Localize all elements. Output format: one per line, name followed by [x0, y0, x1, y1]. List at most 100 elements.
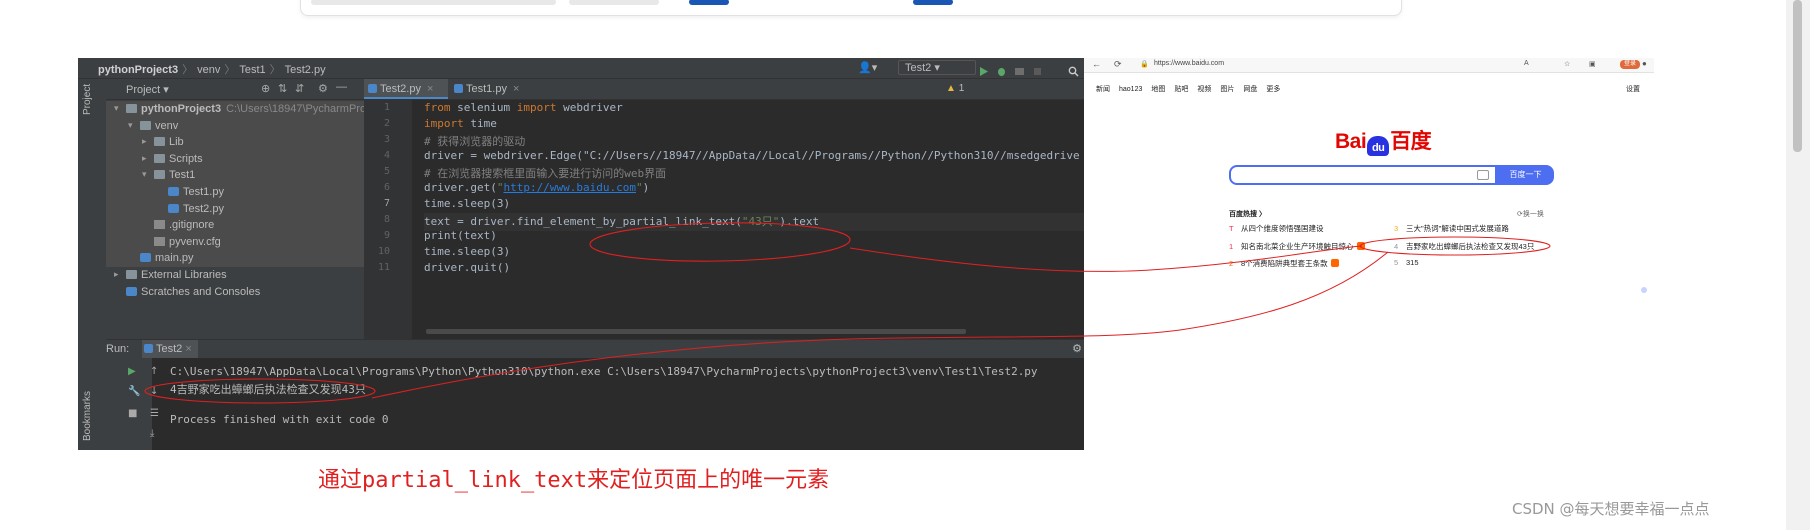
hot-search-item[interactable]: 1 知名南北菜企业生产环境触目惊心 — [1229, 241, 1365, 252]
refresh-icon[interactable]: ⟳ — [1114, 59, 1122, 70]
baidu-nav-link[interactable]: 更多 — [1266, 86, 1280, 93]
page-scrollbar[interactable] — [1786, 0, 1810, 530]
breadcrumb-item[interactable]: pythonProject3 — [98, 64, 178, 76]
browser-extension-icon[interactable]: A — [1524, 60, 1529, 67]
search-input[interactable] — [1229, 165, 1497, 185]
search-icon[interactable] — [1068, 62, 1079, 77]
code-line[interactable]: # 在浏览器搜索框里面输入要进行访问的web界面 — [424, 165, 666, 181]
hot-search-title[interactable]: 百度热搜 〉 — [1229, 209, 1266, 219]
code-line[interactable]: time.sleep(3) — [424, 245, 510, 258]
expand-icon[interactable]: ⇵ — [295, 82, 304, 95]
hot-search-item[interactable]: 4 吉野家吃出蟑螂后执法检查又发现43只 — [1394, 241, 1534, 252]
bookmarks-tool-tab[interactable]: Bookmarks — [82, 391, 93, 441]
tab-test1-py[interactable]: Test1.py × — [450, 79, 534, 99]
debug-icon[interactable] — [996, 62, 1007, 76]
scroll-to-end-icon[interactable]: ⤓ — [150, 428, 154, 439]
tree-item[interactable]: pyvenv.cfg — [106, 233, 364, 251]
baidu-nav-link[interactable]: 地图 — [1151, 86, 1165, 93]
refresh-hot-link[interactable]: ⟳换一换 — [1517, 209, 1544, 219]
profile-icon[interactable]: ● — [1642, 59, 1647, 68]
breadcrumb-item[interactable]: Test1 — [239, 64, 265, 76]
favorites-icon[interactable]: ☆ — [1564, 60, 1570, 68]
tree-item[interactable]: .gitignore — [106, 217, 364, 234]
code-line[interactable]: driver = webdriver.Edge("C://Users//1894… — [424, 149, 1080, 162]
tree-item[interactable]: Test2.py — [106, 200, 364, 218]
gear-icon[interactable]: ⚙ — [318, 82, 328, 95]
chevron-down-icon[interactable]: ▾ — [114, 103, 119, 114]
editor-scrollbar[interactable] — [426, 329, 966, 334]
address-bar[interactable]: https://www.baidu.com — [1154, 60, 1224, 67]
code-line[interactable]: # 获得浏览器的驱动 — [424, 133, 525, 149]
gear-icon[interactable]: ⚙ — [1072, 342, 1082, 355]
locate-icon[interactable]: ⊕ — [261, 82, 270, 95]
back-icon[interactable]: ← — [1092, 59, 1101, 69]
hide-icon[interactable]: — — [336, 81, 347, 93]
collections-icon[interactable]: ▣ — [1589, 60, 1596, 68]
tree-item[interactable]: Test1.py — [106, 183, 364, 201]
run-tab[interactable]: Test2 × — [142, 340, 198, 358]
baidu-nav-link[interactable]: hao123 — [1119, 86, 1142, 93]
hot-search-item[interactable]: 3 三大"热词"解读中国式发展道路 — [1394, 223, 1509, 234]
code-line[interactable]: time.sleep(3) — [424, 197, 510, 210]
code-line[interactable]: driver.get("http://www.baidu.com") — [424, 181, 649, 194]
coverage-icon[interactable] — [1014, 62, 1025, 75]
tree-item[interactable]: Scratches and Consoles — [106, 284, 364, 301]
code-line[interactable]: from selenium import webdriver — [424, 101, 623, 114]
tree-item[interactable]: ▾ Test1 — [106, 167, 364, 184]
code-line[interactable]: import time — [424, 117, 497, 130]
code-line[interactable]: text = driver.find_element_by_partial_li… — [424, 213, 819, 229]
soft-wrap-icon[interactable]: ☰ — [150, 408, 159, 419]
collapse-icon[interactable]: ⇅ — [278, 82, 287, 95]
tree-item[interactable]: ▾ venv — [106, 117, 364, 135]
baidu-nav-link[interactable]: 图片 — [1220, 86, 1234, 93]
chevron-down-icon[interactable]: ▾ — [142, 169, 147, 180]
baidu-nav-link[interactable]: 新闻 — [1096, 86, 1110, 93]
chevron-right-icon[interactable]: ▸ — [142, 153, 147, 164]
tree-item[interactable]: ▾ pythonProject3 C:\Users\18947\PycharmPro… — [106, 101, 375, 118]
search-button[interactable]: 百度一下 — [1497, 165, 1554, 185]
project-tool-tab[interactable]: Project — [82, 84, 93, 115]
project-panel-title[interactable]: Project ▾ — [126, 83, 169, 96]
run-icon[interactable] — [978, 62, 989, 76]
baidu-logo[interactable]: Bai du 百度 — [1335, 125, 1432, 156]
folder-icon — [154, 170, 165, 180]
wrench-icon[interactable]: 🔧 — [128, 386, 140, 397]
baidu-nav-link[interactable]: 贴吧 — [1174, 86, 1188, 93]
tree-item[interactable]: ▸ External Libraries — [106, 267, 364, 284]
close-icon[interactable]: × — [427, 83, 433, 95]
rerun-icon[interactable]: ▶ — [128, 366, 136, 377]
close-icon[interactable]: × — [185, 343, 191, 355]
stop-icon[interactable]: ■ — [128, 408, 137, 419]
tree-item[interactable]: ▸ Lib — [106, 134, 364, 151]
page-scrollbar-thumb[interactable] — [1793, 0, 1802, 152]
breadcrumb-item[interactable]: Test2.py — [285, 64, 326, 76]
hot-search-item[interactable]: T 从四个维度领悟强国建设 — [1229, 223, 1324, 234]
code-line[interactable]: driver.quit() — [424, 261, 510, 274]
camera-icon[interactable] — [1477, 170, 1489, 180]
run-config-select[interactable]: Test2 ▾ — [898, 60, 976, 75]
tab-test2-py[interactable]: Test2.py × — [364, 79, 448, 99]
stop-icon[interactable] — [1032, 62, 1043, 75]
hot-search-item[interactable]: 2 8个消费陷阱典型套王条款 — [1229, 258, 1339, 269]
warning-indicator[interactable]: ▲ 1 — [946, 83, 964, 94]
baidu-nav-link[interactable]: 网盘 — [1243, 86, 1257, 93]
settings-link[interactable]: 设置 — [1626, 84, 1640, 94]
code-line[interactable]: print(text) — [424, 229, 497, 242]
tree-item[interactable]: main.py — [106, 250, 364, 267]
hot-search-item[interactable]: 5 315 — [1394, 258, 1419, 267]
tree-item[interactable]: ▸ Scripts — [106, 150, 364, 168]
chevron-down-icon[interactable]: ▾ — [128, 120, 133, 131]
feedback-icon[interactable] — [1641, 287, 1647, 293]
chevron-right-icon[interactable]: ▸ — [142, 136, 147, 147]
chevron-right-icon[interactable]: ▸ — [114, 269, 119, 280]
user-icon[interactable]: 👤▾ — [858, 61, 877, 74]
file-icon — [154, 220, 165, 230]
code-area[interactable]: from selenium import webdriver import tim… — [424, 99, 1084, 339]
breadcrumb-item[interactable]: venv — [197, 64, 220, 76]
down-arrow-icon[interactable]: ↓ — [150, 386, 158, 397]
up-arrow-icon[interactable]: ↑ — [150, 366, 158, 377]
login-button[interactable]: 登录 — [1620, 60, 1640, 69]
line-number: 8 — [383, 214, 390, 225]
baidu-nav-link[interactable]: 视频 — [1197, 86, 1211, 93]
close-icon[interactable]: × — [513, 83, 519, 95]
